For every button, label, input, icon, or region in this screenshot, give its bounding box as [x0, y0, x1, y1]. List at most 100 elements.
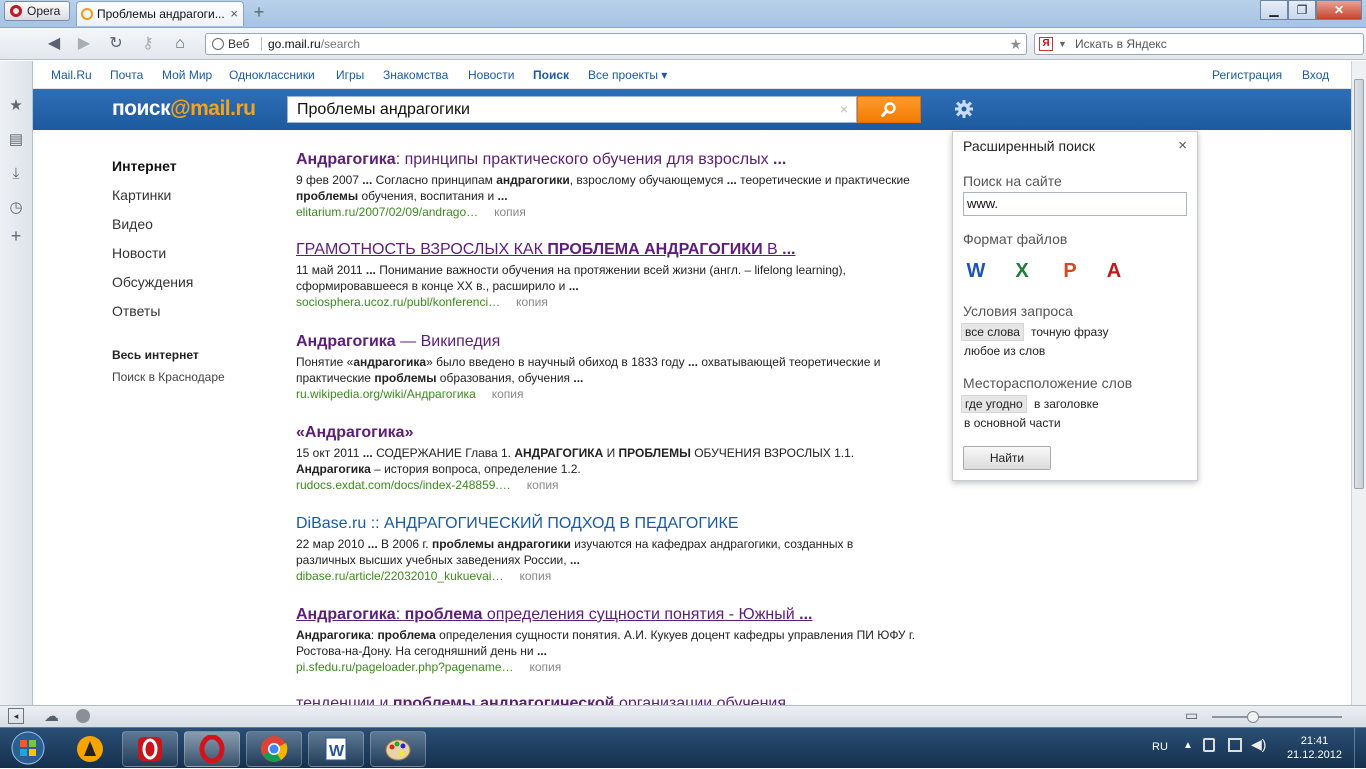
search-mailru-logo[interactable]: поиск@mail.ru	[112, 97, 256, 121]
close-icon[interactable]: ×	[1178, 137, 1187, 154]
topnav-link-search[interactable]: Поиск	[533, 68, 569, 82]
reload-icon[interactable]: ↻	[106, 34, 126, 54]
condition-exact-phrase[interactable]: точную фразу	[1028, 324, 1111, 340]
nav-answers[interactable]: Ответы	[112, 303, 160, 319]
result-cache-link[interactable]: копия	[530, 660, 562, 674]
topnav-link-news[interactable]: Новости	[468, 68, 514, 82]
add-panel-icon[interactable]: +	[6, 226, 26, 246]
site-search-input[interactable]: www.	[963, 192, 1187, 216]
scrollbar-thumb[interactable]	[1354, 79, 1364, 489]
browser-tab-active[interactable]: Проблемы андрагоги... ×	[76, 1, 244, 26]
topnav-link-mail[interactable]: Почта	[110, 68, 143, 82]
tray-app-icon[interactable]	[1203, 738, 1215, 752]
history-clock-icon[interactable]: ◷	[6, 198, 26, 218]
volume-icon[interactable]: ◀)	[1251, 736, 1266, 753]
network-icon[interactable]	[1228, 738, 1242, 752]
condition-any-word[interactable]: любое из слов	[961, 343, 1048, 359]
start-button[interactable]	[2, 728, 54, 769]
taskbar-app-opera-panel[interactable]	[122, 731, 178, 767]
result-url[interactable]: ru.wikipedia.org/wiki/Андрагогика	[296, 387, 476, 401]
topnav-link-all-projects[interactable]: Все проекты ▾	[588, 68, 667, 82]
result-title[interactable]: Андрагогика — Википедия	[296, 333, 916, 351]
notes-icon[interactable]: ▤	[6, 130, 26, 150]
nav-images[interactable]: Картинки	[112, 187, 171, 203]
settings-gear-icon[interactable]	[954, 99, 974, 119]
result-cache-link[interactable]: копия	[519, 569, 551, 583]
taskbar-app-avast[interactable]	[62, 731, 118, 767]
location-anywhere[interactable]: где угодно	[961, 395, 1027, 413]
location-title[interactable]: в заголовке	[1031, 396, 1102, 412]
show-desktop-button[interactable]	[1354, 728, 1366, 769]
bookmarks-star-icon[interactable]: ★	[6, 96, 26, 116]
result-title[interactable]: «Андрагогика»	[296, 424, 916, 442]
result-title[interactable]: Андрагогика: проблема определения сущнос…	[296, 606, 916, 624]
clear-search-icon[interactable]: ×	[840, 97, 848, 122]
system-clock[interactable]: 21:41 21.12.2012	[1287, 734, 1342, 762]
chevron-down-icon[interactable]: ▼	[1058, 34, 1067, 54]
result-url[interactable]: pi.sfedu.ru/pageloader.php?pagename…	[296, 660, 514, 674]
search-button[interactable]	[857, 96, 921, 123]
maximize-button[interactable]: ❐	[1288, 0, 1316, 20]
topnav-link-register[interactable]: Регистрация	[1212, 68, 1282, 82]
home-icon[interactable]: ⌂	[170, 34, 190, 54]
topnav-link-dating[interactable]: Знакомства	[383, 68, 448, 82]
result-cache-link[interactable]: копия	[527, 478, 559, 492]
back-arrow-icon[interactable]: ◀	[44, 34, 64, 54]
nav-discussions[interactable]: Обсуждения	[112, 274, 193, 290]
tab-close-icon[interactable]: ×	[230, 2, 238, 26]
result-cache-link[interactable]: копия	[492, 387, 524, 401]
web-mode-indicator[interactable]: Веб	[212, 34, 249, 54]
show-hidden-icons-icon[interactable]: ▲	[1183, 740, 1193, 751]
url-text[interactable]: go.mail.ru/search	[268, 34, 360, 54]
nav-internet[interactable]: Интернет	[112, 158, 177, 174]
topnav-link-mailru[interactable]: Mail.Ru	[51, 68, 92, 82]
taskbar-app-paint[interactable]	[370, 731, 426, 767]
pdf-format-icon[interactable]: A	[1101, 256, 1127, 286]
powerpoint-format-icon[interactable]: P	[1057, 256, 1083, 286]
result-title[interactable]: ГРАМОТНОСТЬ ВЗРОСЛЫХ КАК ПРОБЛЕМА АНДРАГ…	[296, 241, 916, 259]
forward-arrow-icon[interactable]: ▶	[74, 34, 94, 54]
cloud-icon[interactable]: ☁	[44, 707, 59, 725]
input-language-indicator[interactable]: RU	[1152, 741, 1168, 753]
excel-format-icon[interactable]: X	[1009, 256, 1035, 286]
topnav-link-my-world[interactable]: Мой Мир	[162, 68, 212, 82]
result-title[interactable]: Андрагогика: принципы практического обуч…	[296, 151, 916, 169]
word-format-icon[interactable]: W	[963, 256, 989, 286]
result-cache-link[interactable]: копия	[516, 295, 548, 309]
bookmark-star-icon[interactable]: ★	[1009, 34, 1022, 54]
topnav-link-login[interactable]: Вход	[1302, 68, 1329, 82]
location-body[interactable]: в основной части	[961, 415, 1064, 431]
condition-all-words[interactable]: все слова	[961, 323, 1024, 341]
zoom-slider-handle[interactable]	[1247, 711, 1259, 723]
nav-news[interactable]: Новости	[112, 245, 166, 261]
view-icon[interactable]: ▭	[1185, 707, 1198, 724]
close-window-button[interactable]: ✕	[1316, 0, 1362, 20]
unite-icon[interactable]	[76, 709, 90, 723]
taskbar-app-opera[interactable]	[184, 731, 240, 767]
result-url[interactable]: elitarium.ru/2007/02/09/andrago…	[296, 205, 478, 219]
panel-toggle-icon[interactable]: ◂	[8, 708, 24, 724]
address-bar[interactable]: Веб go.mail.ru/search ★	[205, 33, 1027, 55]
result-url[interactable]: sociosphera.ucoz.ru/publ/konferenci…	[296, 295, 500, 309]
page-scrollbar[interactable]	[1351, 61, 1366, 705]
nav-video[interactable]: Видео	[112, 216, 153, 232]
downloads-icon[interactable]: ⤓	[6, 164, 26, 184]
region-link[interactable]: Поиск в Краснодаре	[112, 370, 225, 384]
result-url[interactable]: dibase.ru/article/22032010_kukuevai…	[296, 569, 503, 583]
result-title[interactable]: тенденции и проблемы андрагогической орг…	[296, 696, 916, 705]
yandex-search-field[interactable]: Я ▼ Искать в Яндекс	[1034, 33, 1364, 55]
topnav-link-odnoklassniki[interactable]: Одноклассники	[229, 68, 315, 82]
taskbar-app-chrome[interactable]	[246, 731, 302, 767]
key-icon[interactable]: ⚷	[138, 34, 158, 54]
minimize-button[interactable]: ▁	[1260, 0, 1288, 20]
result-cache-link[interactable]: копия	[494, 205, 526, 219]
result-title[interactable]: DiBase.ru :: АНДРАГОГИЧЕСКИЙ ПОДХОД В ПЕ…	[296, 515, 916, 533]
opera-menu-button[interactable]: Opera	[4, 1, 70, 21]
find-button[interactable]: Найти	[963, 446, 1051, 470]
zoom-slider[interactable]	[1212, 716, 1342, 718]
new-tab-button[interactable]: +	[250, 3, 268, 21]
result-url[interactable]: rudocs.exdat.com/docs/index-248859.…	[296, 478, 511, 492]
search-input[interactable]: Проблемы андрагогики ×	[287, 96, 857, 123]
taskbar-app-word[interactable]: W	[308, 731, 364, 767]
topnav-link-games[interactable]: Игры	[336, 68, 364, 82]
